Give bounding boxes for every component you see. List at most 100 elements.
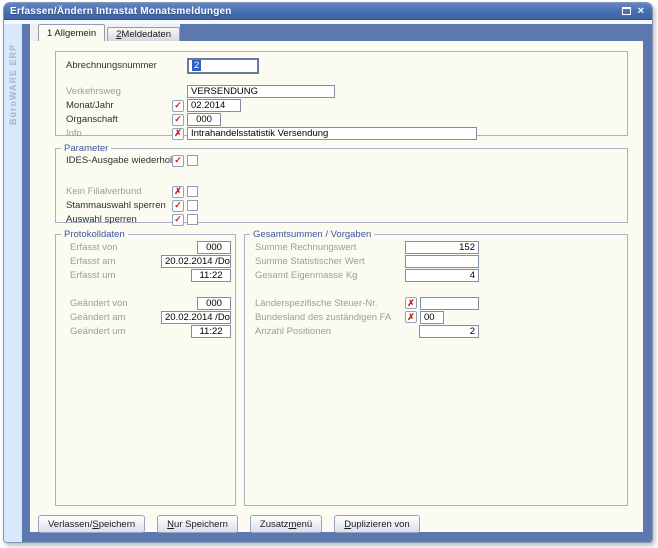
erfasst-um-value: 11:22 (191, 269, 231, 282)
param-row-filialverbund: Kein Filialverbund ✗ (56, 185, 627, 198)
button-bar: Verlassen/Speichern Nur Speichern Zusatz… (38, 515, 643, 533)
protokolldaten-legend: Protokolldaten (61, 229, 128, 240)
branding-strip: BüroWARE ERP (4, 24, 22, 542)
info-input: Intrahandelsstatistik Versendung (187, 127, 477, 140)
geaendert-um-value: 11:22 (191, 325, 231, 338)
tabstrip-filler (180, 24, 643, 41)
field-row-monat-jahr: Monat/Jahr ✓ 02.2014 (56, 99, 627, 112)
field-row-verkehrsweg: Verkehrsweg VERSENDUNG (56, 85, 627, 98)
steuernr-label: Länderspezifische Steuer-Nr. (255, 298, 405, 309)
tab-allgemein-label: 1 Allgemein (47, 28, 96, 39)
erfasst-um-label: Erfasst um (70, 270, 191, 281)
filialverbund-checkbox (187, 186, 198, 197)
window-title: Erfassen/Ändern Intrastat Monatsmeldunge… (10, 6, 622, 17)
geaendert-von-value: 000 (197, 297, 231, 310)
info-label: Info (66, 128, 172, 139)
erfasst-am-label: Erfasst am (70, 256, 161, 267)
anzahl-value: 2 (419, 325, 479, 338)
restore-icon[interactable] (622, 7, 631, 15)
edit-x-icon[interactable]: ✗ (405, 311, 417, 323)
organschaft-label: Organschaft (66, 114, 172, 125)
statistischer-wert-label: Summe Statistischer Wert (255, 256, 405, 267)
duplizieren-von-button[interactable]: Duplizieren von (334, 515, 420, 533)
tab-meldedaten-label: Meldedaten (121, 29, 171, 40)
steuernr-input[interactable] (420, 297, 479, 310)
edit-check-icon[interactable]: ✓ (172, 200, 184, 212)
protokoll-row-geaendert-von: Geändert von 000 (56, 296, 235, 310)
auswahl-label: Auswahl sperren (66, 214, 172, 225)
form-panel: Abrechnungsnummer 2 Verkehrsweg VERSENDU… (30, 41, 643, 532)
group-protokolldaten: Protokolldaten Erfasst von 000 Erfasst a… (55, 229, 236, 506)
group-allgemein: Abrechnungsnummer 2 Verkehrsweg VERSENDU… (55, 51, 628, 136)
protokoll-row-erfasst-am: Erfasst am 20.02.2014 /Do (56, 254, 235, 268)
erfasst-von-value: 000 (197, 241, 231, 254)
param-row-auswahl: Auswahl sperren ✓ (56, 213, 627, 226)
dialog-window: Erfassen/Ändern Intrastat Monatsmeldunge… (3, 2, 653, 543)
monat-jahr-input[interactable]: 02.2014 (187, 99, 241, 112)
verkehrsweg-label: Verkehrsweg (66, 86, 172, 97)
protokoll-row-erfasst-um: Erfasst um 11:22 (56, 268, 235, 282)
geaendert-am-value: 20.02.2014 /Do (161, 311, 231, 324)
summen-row-eigenmasse: Gesamt Eigenmasse Kg 4 (245, 268, 627, 282)
protokoll-row-geaendert-um: Geändert um 11:22 (56, 324, 235, 338)
field-row-abrechnungsnummer: Abrechnungsnummer 2 (56, 59, 627, 72)
zusatzmenu-button[interactable]: Zusatzmenü (250, 515, 322, 533)
tab-meldedaten[interactable]: 2 Meldedaten (107, 27, 180, 41)
branding-text: BüroWARE ERP (8, 44, 18, 125)
selected-text: 2 (192, 60, 201, 71)
field-row-organschaft: Organschaft ✓ 000 (56, 113, 627, 126)
summen-row-steuernr: Länderspezifische Steuer-Nr. ✗ (245, 296, 627, 310)
bundesland-label: Bundesland des zuständigen FA (255, 312, 405, 323)
anzahl-label: Anzahl Positionen (255, 326, 405, 337)
parameter-legend: Parameter (61, 143, 111, 154)
edit-check-icon[interactable]: ✓ (172, 100, 184, 112)
summen-row-rechnungswert: Summe Rechnungswert 152 (245, 240, 627, 254)
protokoll-row-geaendert-am: Geändert am 20.02.2014 /Do (56, 310, 235, 324)
erfasst-von-label: Erfasst von (70, 242, 197, 253)
close-icon[interactable]: × (638, 6, 644, 16)
summen-row-bundesland: Bundesland des zuständigen FA ✗ 00 (245, 310, 627, 324)
eigenmasse-value: 4 (405, 269, 479, 282)
nur-speichern-button[interactable]: Nur Speichern (157, 515, 238, 533)
monat-jahr-label: Monat/Jahr (66, 100, 172, 111)
edit-x-icon[interactable]: ✗ (405, 297, 417, 309)
gesamtsummen-legend: Gesamtsummen / Vorgaben (250, 229, 374, 240)
group-gesamtsummen: Gesamtsummen / Vorgaben Summe Rechnungsw… (244, 229, 628, 506)
eigenmasse-label: Gesamt Eigenmasse Kg (255, 270, 405, 281)
param-row-ides: IDES-Ausgabe wiederholen ✓ (56, 154, 627, 167)
organschaft-input[interactable]: 000 (187, 113, 221, 126)
rechnungswert-label: Summe Rechnungswert (255, 242, 405, 253)
auswahl-checkbox[interactable] (187, 214, 198, 225)
edit-check-icon[interactable]: ✓ (172, 155, 184, 167)
abrechnungsnummer-input[interactable]: 2 (187, 58, 259, 74)
summen-row-statistischer-wert: Summe Statistischer Wert (245, 254, 627, 268)
stammauswahl-checkbox[interactable] (187, 200, 198, 211)
bundesland-input[interactable]: 00 (420, 311, 444, 324)
edit-check-icon[interactable]: ✓ (172, 114, 184, 126)
verlassen-speichern-button[interactable]: Verlassen/Speichern (38, 515, 145, 533)
edit-check-icon[interactable]: ✓ (172, 214, 184, 226)
field-row-info: Info ✗ Intrahandelsstatistik Versendung (56, 127, 627, 140)
ides-label: IDES-Ausgabe wiederholen (66, 155, 172, 166)
geaendert-von-label: Geändert von (70, 298, 197, 309)
edit-x-icon[interactable]: ✗ (172, 186, 184, 198)
stammauswahl-label: Stammauswahl sperren (66, 200, 172, 211)
tab-allgemein[interactable]: 1 Allgemein (38, 24, 105, 41)
edit-x-icon[interactable]: ✗ (172, 128, 184, 140)
summen-row-anzahl: Anzahl Positionen 2 (245, 324, 627, 338)
abrechnungsnummer-label: Abrechnungsnummer (66, 60, 172, 71)
statistischer-wert-value (405, 255, 479, 268)
protokoll-row-erfasst-von: Erfasst von 000 (56, 240, 235, 254)
geaendert-am-label: Geändert am (70, 312, 161, 323)
geaendert-um-label: Geändert um (70, 326, 191, 337)
verkehrsweg-input: VERSENDUNG (187, 85, 335, 98)
titlebar[interactable]: Erfassen/Ändern Intrastat Monatsmeldunge… (4, 3, 652, 20)
tab-bar: 1 Allgemein 2 Meldedaten (30, 24, 643, 41)
group-parameter: Parameter IDES-Ausgabe wiederholen ✓ Kei… (55, 143, 628, 223)
rechnungswert-value: 152 (405, 241, 479, 254)
param-row-stammauswahl: Stammauswahl sperren ✓ (56, 199, 627, 212)
ides-checkbox[interactable] (187, 155, 198, 166)
erfasst-am-value: 20.02.2014 /Do (161, 255, 231, 268)
filialverbund-label: Kein Filialverbund (66, 186, 172, 197)
content-frame: 1 Allgemein 2 Meldedaten Abrechnungsnumm… (22, 24, 652, 542)
